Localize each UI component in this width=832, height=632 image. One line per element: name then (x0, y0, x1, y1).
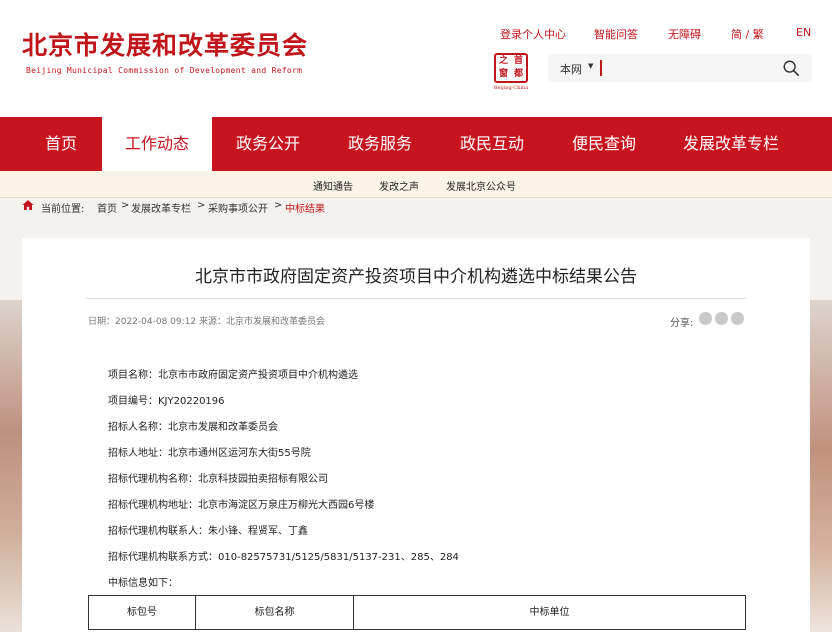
col-package-name: 标包名称 (195, 595, 354, 630)
breadcrumb-separator: > (197, 200, 206, 211)
seal-caption: Beijing·China (493, 85, 529, 91)
field-project-number: 项目编号：KJY20220196 (108, 396, 225, 407)
table-header-row: 标包号 标包名称 中标单位 (88, 595, 746, 630)
search-input[interactable] (600, 60, 770, 76)
col-package-number: 标包号 (88, 595, 196, 630)
breadcrumb-separator: > (121, 200, 130, 211)
search-icon[interactable] (782, 59, 800, 77)
subnav-voice[interactable]: 发改之声 (379, 178, 419, 193)
nav-government-services[interactable]: 政务服务 (326, 117, 434, 171)
share-label: 分享: (670, 318, 694, 329)
sub-nav: 通知通告 发改之声 发展北京公众号 (0, 171, 832, 198)
col-winning-unit: 中标单位 (353, 595, 746, 630)
subnav-notices[interactable]: 通知通告 (313, 178, 353, 193)
background-pavilion-right (810, 300, 832, 632)
site-logo-title[interactable]: 北京市发展和改革委员会 (22, 26, 308, 62)
subnav-wechat[interactable]: 发展北京公众号 (446, 178, 516, 193)
nav-government-affairs[interactable]: 政务公开 (214, 117, 322, 171)
nav-work-news[interactable]: 工作动态 (102, 117, 212, 171)
field-agency-name: 招标代理机构名称：北京科技园拍卖招标有限公司 (108, 474, 328, 485)
breadcrumb-current[interactable]: 中标结果 (285, 200, 325, 215)
nav-reform-column[interactable]: 发展改革专栏 (670, 117, 792, 171)
simplified-traditional-toggle[interactable]: 简 / 繁 (731, 26, 764, 42)
home-icon (22, 200, 34, 210)
capital-window-seal-logo[interactable]: 之 首 窗 都 (494, 53, 528, 83)
article-title: 北京市市政府固定资产投资项目中介机构遴选中标结果公告 (195, 267, 637, 287)
search-box: 本网 ▼ (548, 54, 812, 82)
breadcrumb-reform-column[interactable]: 发展改革专栏 (131, 200, 191, 215)
caret-down-icon[interactable]: ▼ (588, 62, 593, 70)
field-tenderer-name: 招标人名称：北京市发展和改革委员会 (108, 422, 278, 433)
field-agency-phone: 招标代理机构联系方式：010-82575731/5125/5831/5137-2… (108, 552, 459, 563)
top-links: 登录个人中心 智能问答 无障碍 简 / 繁 EN (498, 26, 818, 42)
weibo-share-icon[interactable] (715, 312, 728, 325)
field-project-name: 项目名称：北京市市政府固定资产投资项目中介机构遴选 (108, 370, 358, 381)
field-tenderer-address: 招标人地址：北京市通州区运河东大街55号院 (108, 448, 311, 459)
title-divider (86, 298, 746, 299)
english-link[interactable]: EN (796, 26, 811, 39)
smart-qa-link[interactable]: 智能问答 (594, 26, 638, 42)
breadcrumb-separator: > (274, 200, 283, 211)
wechat-share-icon[interactable] (699, 312, 712, 325)
field-agency-contact: 招标代理机构联系人：朱小锋、程贤军、丁鑫 (108, 526, 308, 537)
article-meta: 日期：2022-04-08 09:12 来源：北京市发展和改革委员会 (88, 317, 325, 327)
winning-results-table: 标包号 标包名称 中标单位 (88, 595, 746, 630)
main-nav: 首页 工作动态 政务公开 政务服务 政民互动 便民查询 发展改革专栏 (0, 117, 832, 171)
qzone-share-icon[interactable] (731, 312, 744, 325)
login-link[interactable]: 登录个人中心 (500, 26, 566, 42)
site-header: 北京市发展和改革委员会 Beijing Municipal Commission… (0, 0, 832, 117)
nav-home[interactable]: 首页 (22, 117, 100, 171)
article-card: 北京市市政府固定资产投资项目中介机构遴选中标结果公告 日期：2022-04-08… (22, 238, 810, 632)
search-scope-select[interactable]: 本网 (560, 61, 582, 77)
share-icons (699, 312, 749, 326)
breadcrumb-home[interactable]: 首页 (97, 200, 117, 215)
nav-public-query[interactable]: 便民查询 (550, 117, 658, 171)
accessibility-link[interactable]: 无障碍 (668, 26, 701, 42)
breadcrumb-label: 当前位置: (41, 204, 85, 215)
field-agency-address: 招标代理机构地址：北京市海淀区万泉庄万柳光大西园6号楼 (108, 500, 375, 511)
nav-interaction[interactable]: 政民互动 (438, 117, 546, 171)
site-logo-subtitle: Beijing Municipal Commission of Developm… (26, 66, 303, 75)
breadcrumb-procurement[interactable]: 采购事项公开 (208, 200, 268, 215)
field-winning-info-intro: 中标信息如下： (108, 578, 178, 589)
